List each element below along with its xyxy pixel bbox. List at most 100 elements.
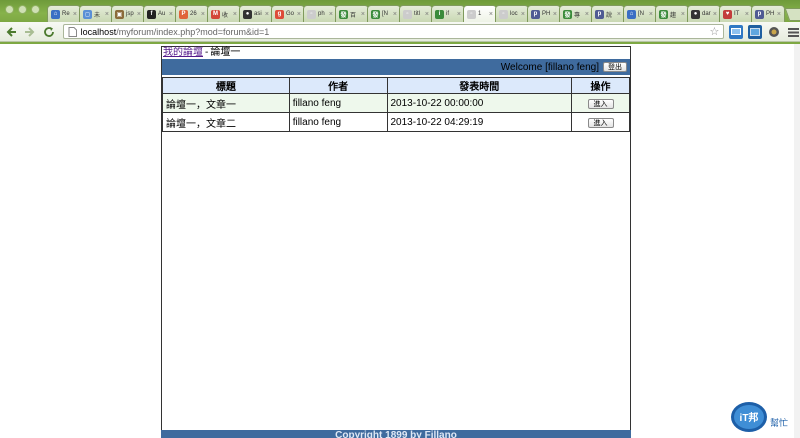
table-header-row: 標題 作者 發表時間 操作 (162, 77, 630, 94)
tab-close-icon[interactable]: × (649, 11, 653, 18)
column-header-author: 作者 (288, 77, 388, 94)
browser-tab[interactable]: ⌂ [N × (623, 5, 657, 22)
browser-tab[interactable]: 發 [N × (367, 5, 401, 22)
browser-tab[interactable]: ● dar × (687, 5, 721, 22)
reload-button[interactable] (41, 24, 57, 40)
post-action-cell: 進入 (571, 112, 630, 132)
tab-favicon-icon: 發 (371, 9, 380, 19)
breadcrumb-root-link[interactable]: 我的論壇 (163, 47, 203, 58)
tab-close-icon[interactable]: × (137, 11, 141, 18)
tab-favicon-icon: ▣ (115, 9, 124, 19)
browser-tab[interactable]: ♥ IT × (719, 5, 753, 22)
enter-post-button[interactable]: 進入 (587, 98, 614, 109)
minimize-window-button[interactable] (18, 5, 27, 14)
tab-favicon-icon: p (755, 9, 764, 19)
page-icon (68, 26, 77, 37)
browser-tab[interactable]: ▣ jsp × (111, 5, 145, 22)
tab-favicon-icon: ⌂ (51, 9, 60, 19)
url-path: /myforum/index.php?mod=forum&id=1 (116, 26, 270, 37)
column-header-time: 發表時間 (386, 77, 573, 94)
enter-post-button[interactable]: 進入 (587, 117, 614, 128)
post-time: 2013-10-22 04:29:19 (386, 112, 573, 132)
browser-tab[interactable]: 發專 × (559, 5, 593, 22)
welcome-bar: Welcome [fillano feng] 登出 (162, 59, 630, 75)
browser-tab[interactable]: p PH × (527, 5, 561, 22)
tab-label: PH (766, 11, 775, 17)
browser-tab[interactable]: g Go × (271, 5, 305, 22)
close-window-button[interactable] (5, 5, 14, 14)
tab-close-icon[interactable]: × (201, 11, 205, 18)
browser-tab[interactable]: M 收 × (207, 5, 241, 22)
tab-close-icon[interactable]: × (713, 11, 717, 18)
browser-tab[interactable]: ▫ 1 × (463, 5, 497, 22)
tab-close-icon[interactable]: × (329, 11, 333, 18)
browser-tab[interactable]: ◻ 未 × (79, 5, 113, 22)
tab-close-icon[interactable]: × (425, 11, 429, 18)
post-time: 2013-10-22 00:00:00 (386, 93, 573, 113)
tab-close-icon[interactable]: × (777, 11, 781, 18)
tab-close-icon[interactable]: × (553, 11, 557, 18)
browser-tab[interactable]: i if × (431, 5, 465, 22)
address-bar[interactable]: localhost/myforum/index.php?mod=forum&id… (62, 24, 725, 39)
browser-tab[interactable]: 發趨 × (655, 5, 689, 22)
tab-close-icon[interactable]: × (169, 11, 173, 18)
browser-tab[interactable]: p PH × (751, 5, 785, 22)
browser-tab[interactable]: ● asi × (239, 5, 273, 22)
browser-tab[interactable]: ▫ ph × (303, 5, 337, 22)
tab-label: Au (158, 11, 166, 17)
tab-close-icon[interactable]: × (105, 11, 109, 18)
tab-close-icon[interactable]: × (361, 11, 365, 18)
tab-favicon-icon: 發 (659, 9, 668, 19)
back-arrow-icon (6, 26, 16, 37)
tab-label: [N (382, 11, 388, 17)
tab-favicon-icon: i (435, 9, 444, 19)
tab-close-icon[interactable]: × (393, 11, 397, 18)
browser-tab[interactable]: ▫ loc × (495, 5, 529, 22)
tab-favicon-icon: 發 (563, 9, 572, 19)
column-header-action: 操作 (571, 77, 630, 94)
maximize-window-button[interactable] (31, 5, 40, 14)
bookmark-star-icon[interactable]: ☆ (709, 25, 719, 38)
new-tab-button[interactable] (784, 8, 800, 21)
tab-close-icon[interactable]: × (745, 11, 749, 18)
menu-button[interactable] (786, 25, 800, 39)
tab-label: 專 (574, 12, 581, 19)
browser-tab[interactable]: p 說 × (591, 5, 625, 22)
tab-close-icon[interactable]: × (585, 11, 589, 18)
tab-favicon-icon: ⌂ (627, 9, 636, 19)
tab-favicon-icon: p (595, 9, 604, 19)
tab-close-icon[interactable]: × (521, 11, 525, 18)
post-author: fillano feng (288, 112, 388, 132)
browser-tab[interactable]: P 26 × (175, 5, 209, 22)
extension-icon-2[interactable] (748, 24, 763, 39)
tab-close-icon[interactable]: × (489, 11, 493, 18)
tab-label: 1 (478, 11, 482, 17)
browser-tab[interactable]: f Au × (143, 5, 177, 22)
tab-close-icon[interactable]: × (265, 11, 269, 18)
hamburger-menu-icon (787, 27, 799, 37)
post-title: 論壇一，文章一 (162, 93, 290, 113)
tab-favicon-icon: P (179, 9, 188, 19)
back-button[interactable] (3, 24, 19, 40)
tab-label: jsp (126, 11, 134, 17)
post-action-cell: 進入 (571, 93, 630, 113)
tab-close-icon[interactable]: × (457, 11, 461, 18)
tab-close-icon[interactable]: × (617, 11, 621, 18)
tab-label: loc (510, 11, 518, 17)
extension-icon-1[interactable] (729, 24, 744, 39)
tab-close-icon[interactable]: × (297, 11, 301, 18)
forward-button[interactable] (22, 24, 38, 40)
tab-favicon-icon: ♥ (723, 9, 732, 19)
browser-tab[interactable]: ⌂ Re × (47, 5, 81, 22)
tab-close-icon[interactable]: × (681, 11, 685, 18)
tab-close-icon[interactable]: × (233, 11, 237, 18)
globe-icon (769, 26, 780, 37)
tab-label: 百 (350, 12, 357, 19)
browser-tab[interactable]: 發百 × (335, 5, 369, 22)
tab-favicon-icon: ◻ (83, 9, 92, 19)
extension-icon-3[interactable] (767, 25, 781, 39)
browser-tab[interactable]: ▫ titl × (399, 5, 433, 22)
logout-button[interactable]: 登出 (603, 62, 627, 72)
tab-close-icon[interactable]: × (73, 11, 77, 18)
page-scrollbar[interactable] (794, 44, 800, 438)
